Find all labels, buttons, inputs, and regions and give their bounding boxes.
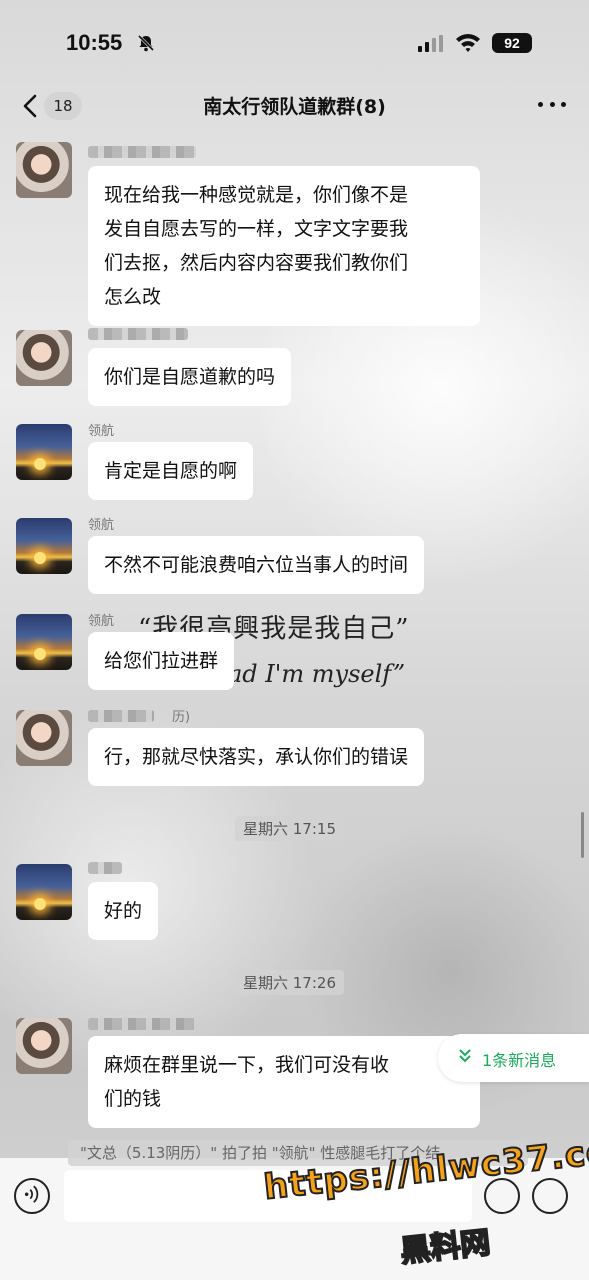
overlay-quote-english: ad I'm myself” <box>228 660 406 688</box>
sender-name-blurred <box>88 862 122 874</box>
message-bubble[interactable]: 麻烦在群里说一下，我们可没有收 们的钱 <box>88 1036 480 1128</box>
message-bubble[interactable]: 肯定是自愿的啊 <box>88 442 254 500</box>
battery-indicator: 92 <box>492 33 532 53</box>
more-icon[interactable] <box>538 102 566 110</box>
message-bubble[interactable]: 现在给我一种感觉就是，你们像不是 发自自愿去写的一样，文字文字要我 们去抠，然后… <box>88 166 480 326</box>
plus-icon[interactable] <box>532 1178 568 1214</box>
sender-name-blurred <box>88 1018 196 1030</box>
avatar[interactable] <box>16 142 72 198</box>
avatar[interactable] <box>16 614 72 670</box>
sender-name: 领航 <box>88 518 115 533</box>
status-time: 10:55 <box>66 30 123 55</box>
avatar[interactable] <box>16 1018 72 1074</box>
mute-bell-icon <box>137 34 155 52</box>
chat-title: 南太行领队道歉群(8) <box>203 96 386 118</box>
watermark-site: 黑料网 <box>398 1224 493 1270</box>
scrollbar[interactable] <box>581 812 584 858</box>
message-bubble[interactable]: 给您们拉进群 <box>88 632 235 690</box>
sender-name: 领航 <box>88 424 115 439</box>
new-messages-label: 1条新消息 <box>482 1051 557 1070</box>
sender-name: 领航 <box>88 614 115 629</box>
sender-name-blurred <box>88 146 196 158</box>
sender-name-blurred <box>88 328 188 340</box>
timestamp: 星期六 17:26 <box>235 970 344 995</box>
timestamp: 星期六 17:15 <box>235 816 344 841</box>
avatar[interactable] <box>16 330 72 386</box>
avatar[interactable] <box>16 710 72 766</box>
status-bar: 10:55 92 <box>0 0 589 86</box>
voice-icon[interactable] <box>14 1178 50 1214</box>
cellular-signal-icon <box>418 35 443 52</box>
double-chevron-down-icon <box>459 1049 471 1063</box>
message-bubble[interactable]: 好的 <box>88 882 159 940</box>
avatar[interactable] <box>16 518 72 574</box>
avatar[interactable] <box>16 864 72 920</box>
sender-name: 历) <box>172 710 191 725</box>
message-bubble[interactable]: 不然不可能浪费咱六位当事人的时间 <box>88 536 425 594</box>
avatar[interactable] <box>16 424 72 480</box>
message-bubble[interactable]: 你们是自愿道歉的吗 <box>88 348 292 406</box>
message-bubble[interactable]: 行，那就尽快落实，承认你们的错误 <box>88 728 425 786</box>
sender-name-blurred <box>88 710 154 722</box>
chat-header: 18 南太行领队道歉群(8) <box>0 80 589 132</box>
wifi-icon <box>456 34 480 52</box>
new-messages-button[interactable]: 1条新消息 <box>438 1034 589 1082</box>
